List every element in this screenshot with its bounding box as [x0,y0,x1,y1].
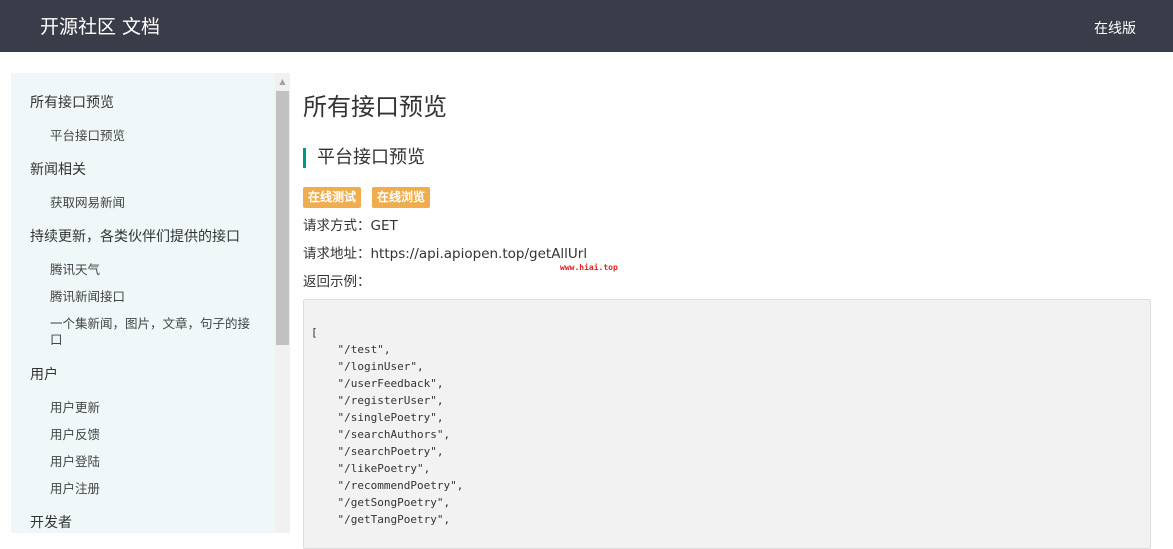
online-version-link[interactable]: 在线版 [1094,20,1136,38]
code-line: [ [311,326,318,339]
code-line: "/searchPoetry", [311,445,444,458]
sidebar-item-platform-apis[interactable]: 平台接口预览 [50,128,125,144]
sidebar-item-user-feedback[interactable]: 用户反馈 [50,427,100,443]
sidebar-item-netease-news[interactable]: 获取网易新闻 [50,195,125,211]
online-browse-button[interactable]: 在线浏览 [372,187,431,208]
code-content: [ "/test", "/loginUser", "/userFeedback"… [311,324,463,528]
scrollbar-thumb[interactable] [276,91,289,345]
scroll-up-arrow-icon[interactable]: ▲ [275,73,290,90]
sidebar-item-tencent-weather[interactable]: 腾讯天气 [50,262,100,278]
request-url: 请求地址：https://api.apiopen.top/getAllUrl [303,246,588,262]
code-line: "/loginUser", [311,360,424,373]
code-line: "/getSongPoetry", [311,496,451,509]
sidebar-item-news[interactable]: 新闻相关 [30,162,86,178]
online-test-button[interactable]: 在线测试 [303,187,362,208]
watermark-text: www.hiai.top [560,263,618,272]
sidebar-item-aggregate-api[interactable]: 一个集新闻，图片，文章，句子的接口 [50,316,250,348]
sidebar-scrollbar[interactable]: ▲ [275,73,290,533]
code-line: "/likePoetry", [311,462,431,475]
site-brand[interactable]: 开源社区 文档 [40,15,160,39]
response-example-label: 返回示例： [303,274,371,290]
sidebar-item-user-register[interactable]: 用户注册 [50,481,100,497]
code-line: "/singlePoetry", [311,411,444,424]
code-line: "/getTangPoetry", [311,513,451,526]
sidebar-item-user-login[interactable]: 用户登陆 [50,454,100,470]
response-code-block: [ "/test", "/loginUser", "/userFeedback"… [303,299,1151,549]
sidebar-item-partner-apis[interactable]: 持续更新，各类伙伴们提供的接口 [30,229,240,245]
section-title: 平台接口预览 [303,148,425,168]
main-content: 所有接口预览 平台接口预览 在线测试 在线浏览 请求方式：GET 请求地址：ht… [303,73,1163,549]
sidebar-item-all-apis[interactable]: 所有接口预览 [30,95,114,111]
sidebar-item-user-update[interactable]: 用户更新 [50,400,100,416]
code-line: "/userFeedback", [311,377,444,390]
sidebar-item-tencent-news[interactable]: 腾讯新闻接口 [50,289,125,305]
code-line: "/test", [311,343,391,356]
top-navbar: 开源社区 文档 在线版 [0,0,1173,52]
page-title: 所有接口预览 [303,93,447,121]
code-line: "/searchAuthors", [311,428,451,441]
code-line: "/recommendPoetry", [311,479,464,492]
sidebar: 所有接口预览 平台接口预览 新闻相关 获取网易新闻 持续更新，各类伙伴们提供的接… [11,73,290,533]
sidebar-item-user[interactable]: 用户 [30,367,58,383]
code-line: "/registerUser", [311,394,444,407]
request-method: 请求方式：GET [303,218,398,234]
sidebar-item-developer[interactable]: 开发者 [30,515,72,531]
